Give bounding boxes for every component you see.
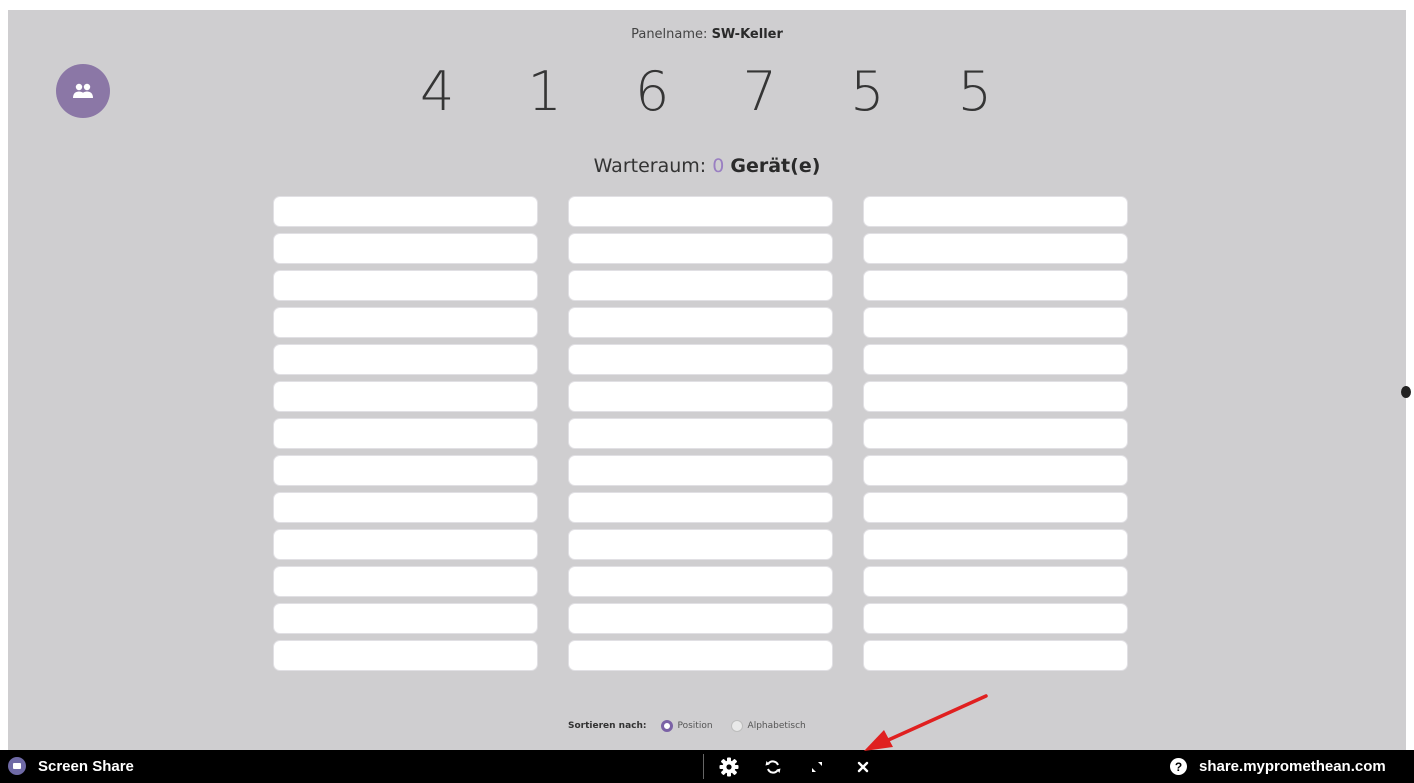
close-icon [857, 761, 869, 773]
device-slot[interactable] [568, 529, 833, 560]
device-slot[interactable] [273, 344, 538, 375]
device-slot[interactable] [568, 566, 833, 597]
device-slot[interactable] [273, 270, 538, 301]
waiting-room-unit: Gerät(e) [730, 155, 821, 177]
refresh-button[interactable] [762, 756, 784, 778]
panel-name-value: SW-Keller [711, 27, 783, 42]
device-slot[interactable] [273, 529, 538, 560]
edge-handle[interactable] [1401, 386, 1411, 398]
device-slot[interactable] [273, 492, 538, 523]
sort-options: Sortieren nach: Position Alphabetisch [568, 720, 816, 732]
device-slot[interactable] [863, 381, 1128, 412]
panel-name: Panelname: SW-Keller [8, 27, 1406, 42]
device-slot-grid [273, 196, 1128, 671]
device-slot[interactable] [568, 455, 833, 486]
device-slot[interactable] [568, 381, 833, 412]
device-slot[interactable] [863, 196, 1128, 227]
refresh-icon [765, 760, 781, 774]
help-link[interactable]: ? share.mypromethean.com [1170, 758, 1386, 775]
panel-name-label: Panelname: [631, 27, 708, 42]
close-button[interactable] [852, 756, 874, 778]
screen-share-panel: Panelname: SW-Keller 4 1 6 7 5 5 Wartera… [8, 10, 1406, 750]
taskbar-app[interactable]: Screen Share [8, 757, 134, 775]
device-slot[interactable] [863, 344, 1128, 375]
device-slot[interactable] [273, 196, 538, 227]
device-slot[interactable] [273, 307, 538, 338]
device-slot[interactable] [863, 640, 1128, 671]
device-slot[interactable] [273, 640, 538, 671]
minimize-icon [812, 762, 822, 772]
device-slot[interactable] [863, 233, 1128, 264]
device-slot[interactable] [568, 492, 833, 523]
minimize-button[interactable] [806, 756, 828, 778]
device-slot[interactable] [273, 566, 538, 597]
device-slot[interactable] [273, 233, 538, 264]
waiting-room-count: 0 [712, 155, 725, 177]
device-slot[interactable] [568, 307, 833, 338]
device-slot[interactable] [863, 566, 1128, 597]
taskbar: Screen Share ? share.mypromethean.com [0, 750, 1414, 783]
help-icon[interactable]: ? [1170, 758, 1187, 775]
device-slot[interactable] [568, 233, 833, 264]
waiting-room-status: Warteraum: 0 Gerät(e) [8, 155, 1406, 177]
sort-option-label: Position [677, 721, 713, 731]
device-slot[interactable] [863, 492, 1128, 523]
device-slot[interactable] [568, 603, 833, 634]
device-slot[interactable] [273, 418, 538, 449]
device-slot[interactable] [568, 418, 833, 449]
device-slot[interactable] [273, 455, 538, 486]
radio-selected-icon[interactable] [660, 720, 673, 732]
screen-share-app-icon [8, 757, 26, 775]
sort-label: Sortieren nach: [568, 721, 647, 731]
taskbar-divider [703, 754, 704, 779]
sort-option-label: Alphabetisch [747, 721, 806, 731]
waiting-room-label: Warteraum: [593, 155, 707, 177]
device-slot[interactable] [568, 196, 833, 227]
device-slot[interactable] [568, 640, 833, 671]
app-name: Screen Share [38, 757, 134, 775]
radio-unselected-icon[interactable] [730, 720, 743, 732]
device-slot[interactable] [273, 603, 538, 634]
settings-button[interactable] [718, 756, 740, 778]
device-slot[interactable] [863, 529, 1128, 560]
device-slot[interactable] [863, 307, 1128, 338]
device-slot[interactable] [273, 381, 538, 412]
device-slot[interactable] [568, 344, 833, 375]
connection-code: 4 1 6 7 5 5 [420, 60, 1020, 123]
help-url[interactable]: share.mypromethean.com [1199, 758, 1386, 775]
device-slot[interactable] [863, 418, 1128, 449]
gear-icon [719, 757, 739, 777]
device-slot[interactable] [568, 270, 833, 301]
sort-option-alphabetical[interactable]: Alphabetisch [730, 720, 806, 732]
device-slot[interactable] [863, 455, 1128, 486]
sort-option-position[interactable]: Position [660, 720, 713, 732]
device-slot[interactable] [863, 270, 1128, 301]
device-slot[interactable] [863, 603, 1128, 634]
annotation-arrow-icon [864, 694, 988, 751]
